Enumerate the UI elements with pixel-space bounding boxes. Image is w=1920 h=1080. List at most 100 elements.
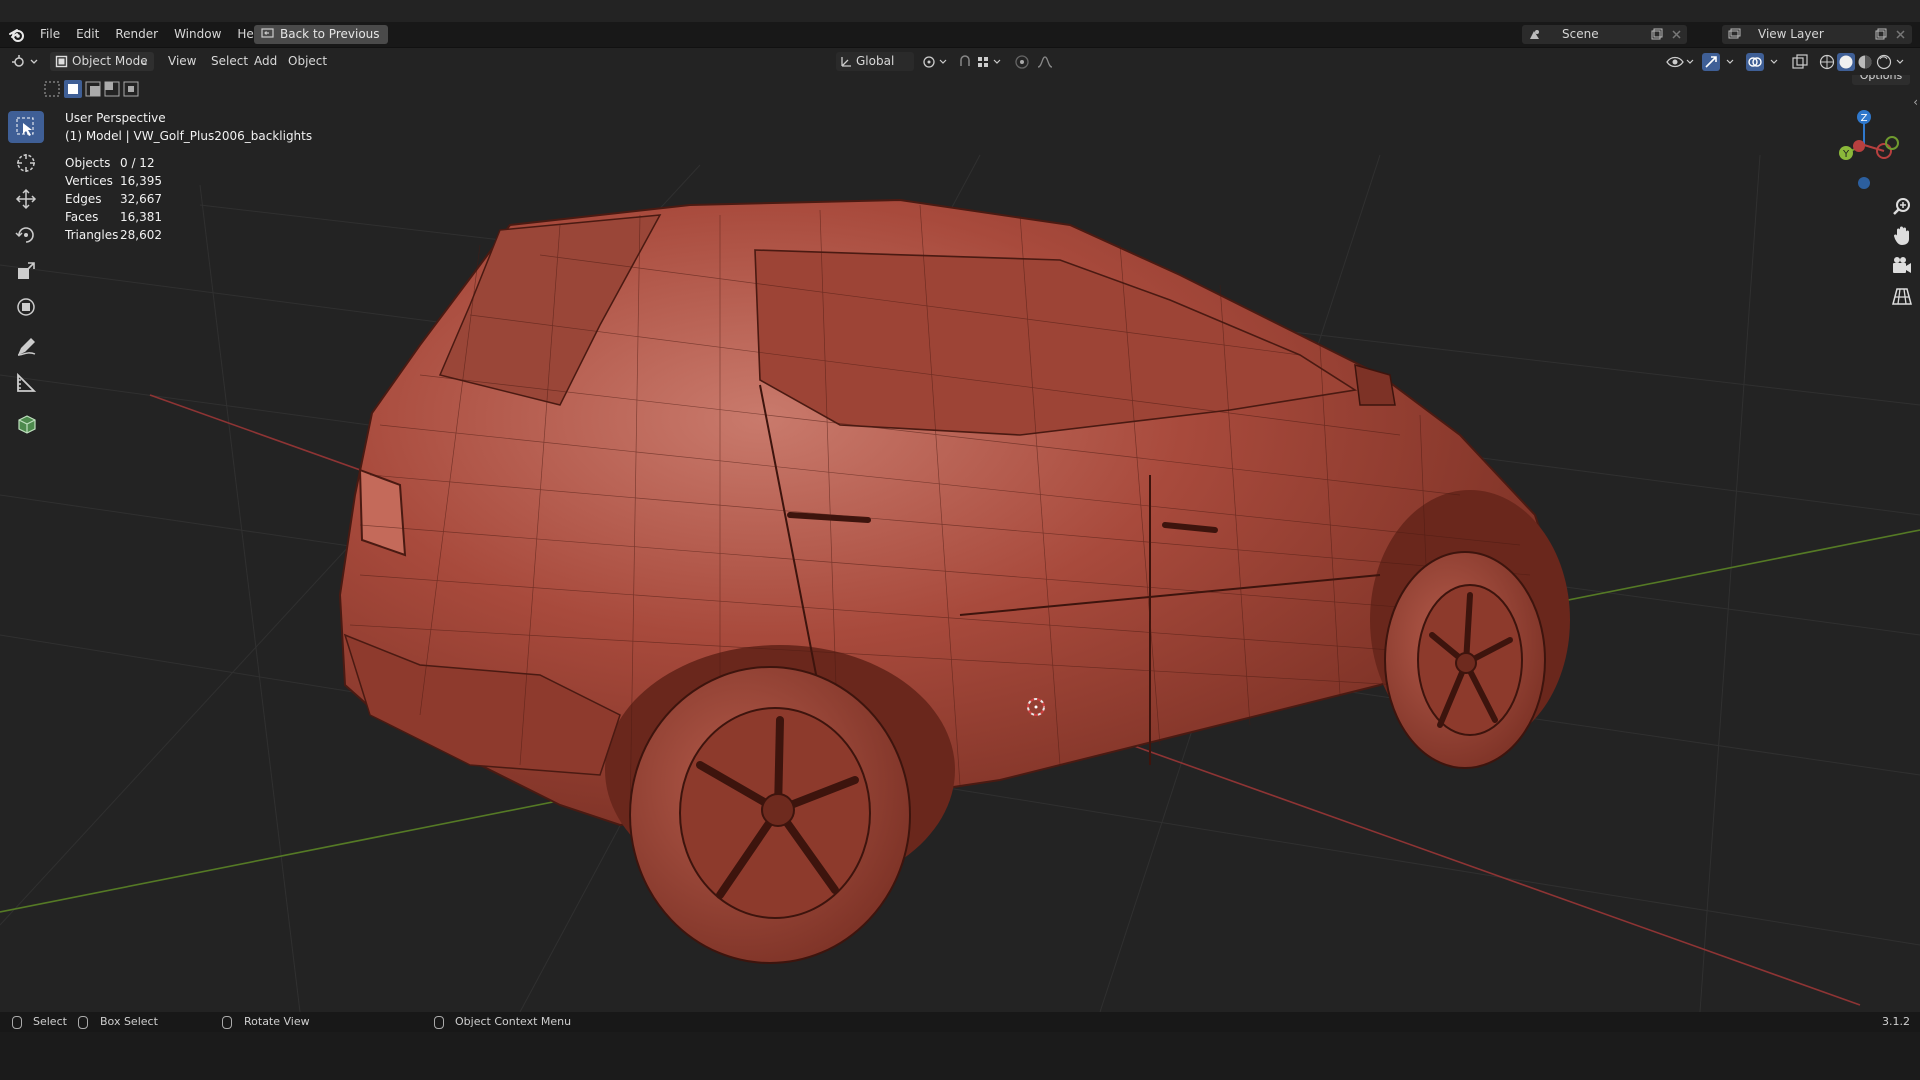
stat-value: 28,602 xyxy=(120,228,162,242)
3d-viewport[interactable]: User Perspective (1) Model | VW_Golf_Plu… xyxy=(0,75,1920,1012)
stat-row-triangles: Triangles 28,602 xyxy=(65,226,162,244)
rotate-icon xyxy=(15,227,34,243)
camera-icon xyxy=(1893,257,1911,273)
stat-label: Edges xyxy=(65,192,102,206)
gizmo-y-label: Y xyxy=(1842,149,1850,160)
viewport-header: Object Mode ⌄ View Select Add Object Glo… xyxy=(0,48,1920,75)
rotate-tool[interactable] xyxy=(8,219,44,251)
projection-toggle-button[interactable] xyxy=(1890,284,1914,308)
view-layer-icon xyxy=(1728,28,1741,39)
viewport-scene xyxy=(0,154,1920,1012)
mouse-middle-icon xyxy=(222,1016,232,1029)
proportional-editing-icon[interactable] xyxy=(1014,54,1064,70)
delete-view-layer-icon[interactable] xyxy=(1894,28,1907,41)
menu-object[interactable]: Object xyxy=(288,52,327,71)
selection-mode-icons[interactable] xyxy=(44,80,140,98)
camera-view-button[interactable] xyxy=(1890,254,1914,278)
menu-file[interactable]: File xyxy=(32,22,68,47)
zoom-magnifier-icon xyxy=(1893,198,1910,215)
status-rotate-view: Rotate View xyxy=(244,1015,310,1028)
select-box-icon xyxy=(16,117,34,136)
perspective-label: User Perspective xyxy=(65,111,166,125)
object-info-label: (1) Model | VW_Golf_Plus2006_backlights xyxy=(65,129,313,143)
orientation-label: Global xyxy=(856,54,895,68)
status-select: Select xyxy=(33,1015,67,1028)
stat-row-faces: Faces 16,381 xyxy=(65,208,162,226)
zoom-button[interactable] xyxy=(1890,195,1914,219)
stat-value: 32,667 xyxy=(120,192,162,206)
view-layer-selector[interactable]: View Layer xyxy=(1722,25,1912,44)
shading-mode-icon[interactable] xyxy=(1818,53,1910,71)
pan-button[interactable] xyxy=(1890,224,1914,248)
measure-tool[interactable] xyxy=(8,367,44,399)
visibility-eye-icon[interactable] xyxy=(1665,54,1695,70)
navigation-gizmo[interactable]: Z Y xyxy=(1832,103,1902,193)
status-box-select: Box Select xyxy=(100,1015,158,1028)
top-bar: File Edit Render Window Help Back to Pre… xyxy=(0,22,1920,48)
gizmo-neg-z-icon[interactable] xyxy=(1858,177,1870,189)
annotate-tool[interactable] xyxy=(8,331,44,363)
scene-statistics: Objects 0 / 12 Vertices 16,395 Edges 32,667… xyxy=(65,154,162,244)
stat-row-objects: Objects 0 / 12 xyxy=(65,154,162,172)
gizmo-x-icon[interactable] xyxy=(1853,140,1865,152)
mouse-drag-icon xyxy=(78,1016,88,1029)
stat-label: Triangles xyxy=(65,228,119,242)
transform-orientation-dropdown[interactable]: Global xyxy=(836,52,914,71)
options-dropdown[interactable]: Options xyxy=(1852,75,1910,85)
pan-hand-icon xyxy=(1894,226,1909,245)
cursor-icon xyxy=(17,154,35,172)
scene-icon xyxy=(1530,30,1539,39)
transform-icon xyxy=(17,298,35,316)
scale-tool[interactable] xyxy=(8,255,44,287)
delete-scene-icon[interactable] xyxy=(1670,28,1683,41)
mouse-right-icon xyxy=(434,1016,444,1029)
new-view-layer-icon[interactable] xyxy=(1874,28,1887,41)
snap-icon[interactable] xyxy=(958,54,1006,70)
cursor-tool[interactable] xyxy=(8,147,44,179)
stat-value: 16,381 xyxy=(120,210,162,224)
object-mode-label: Object Mode xyxy=(72,54,148,68)
mouse-left-icon xyxy=(12,1016,22,1029)
select-box-tool[interactable] xyxy=(8,111,44,143)
pivot-point-icon[interactable] xyxy=(922,55,950,69)
bottom-strip xyxy=(0,1032,1920,1080)
stat-label: Vertices xyxy=(65,174,113,188)
scale-icon xyxy=(18,262,35,279)
status-context-menu: Object Context Menu xyxy=(455,1015,572,1028)
editor-type-icon[interactable] xyxy=(12,54,38,69)
gizmo-toggle-icon[interactable] xyxy=(1702,53,1738,71)
stat-label: Faces xyxy=(65,210,99,224)
blender-logo-icon[interactable] xyxy=(8,26,26,44)
new-scene-icon[interactable] xyxy=(1650,28,1663,41)
car-model[interactable] xyxy=(338,198,1570,964)
scene-selector[interactable]: Scene xyxy=(1522,25,1687,44)
front-wheel xyxy=(1384,551,1546,769)
object-mode-dropdown[interactable]: Object Mode ⌄ xyxy=(50,52,154,71)
rear-wheel xyxy=(629,666,911,964)
menu-render[interactable]: Render xyxy=(107,22,166,47)
gizmo-z-label: Z xyxy=(1861,113,1868,124)
menu-add[interactable]: Add xyxy=(254,52,277,71)
object-mode-icon xyxy=(55,55,68,68)
menu-select[interactable]: Select xyxy=(211,52,248,71)
xray-toggle-icon[interactable] xyxy=(1792,54,1808,70)
menu-window[interactable]: Window xyxy=(166,22,229,47)
back-to-previous-label: Back to Previous xyxy=(280,27,380,41)
transform-tool[interactable] xyxy=(8,291,44,323)
view-layer-name: View Layer xyxy=(1758,27,1824,41)
annotate-pencil-icon xyxy=(17,338,36,356)
version-label: 3.1.2 xyxy=(1882,1015,1910,1028)
back-to-previous-button[interactable]: Back to Previous xyxy=(254,25,388,44)
menu-edit[interactable]: Edit xyxy=(68,22,107,47)
sidebar-toggle-icon[interactable]: ‹ xyxy=(1913,95,1918,109)
overlays-toggle-icon[interactable] xyxy=(1746,53,1782,71)
measure-ruler-icon xyxy=(17,372,37,392)
menu-view[interactable]: View xyxy=(168,52,196,71)
move-icon xyxy=(15,188,37,210)
gizmo-neg-y-icon[interactable] xyxy=(1885,136,1899,150)
add-cube-tool[interactable] xyxy=(8,407,44,439)
add-cube-icon xyxy=(18,415,36,434)
stat-label: Objects xyxy=(65,156,111,170)
main-menu: File Edit Render Window Help xyxy=(32,22,273,47)
move-tool[interactable] xyxy=(8,183,44,215)
